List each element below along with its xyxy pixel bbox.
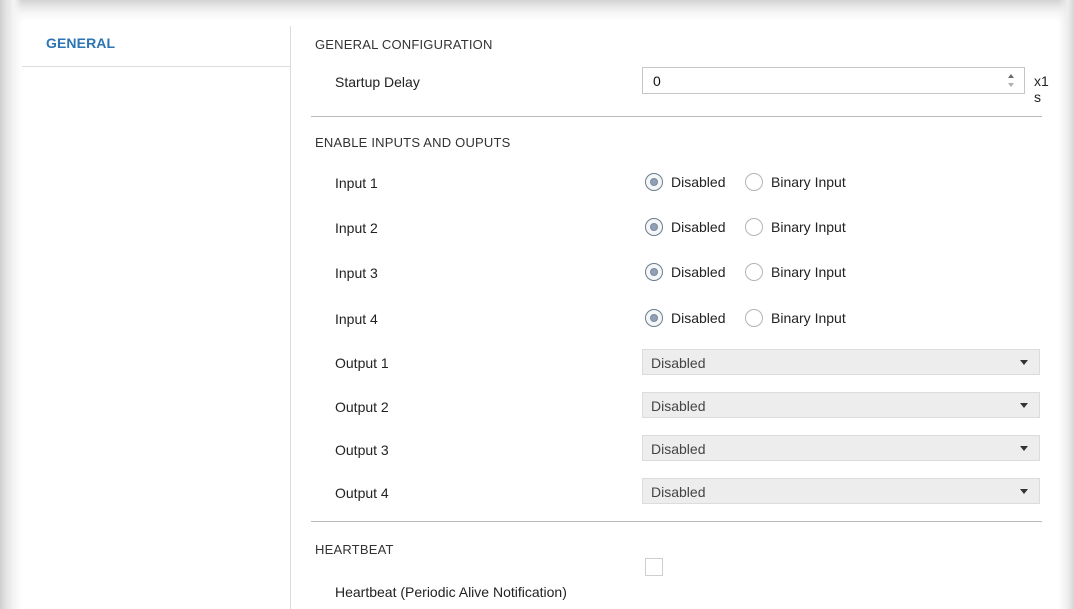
output-4-select[interactable]: Disabled bbox=[642, 478, 1040, 504]
main-panel: GENERAL CONFIGURATION Startup Delay 0 x1… bbox=[291, 26, 1051, 609]
window-shadow-top bbox=[0, 0, 1074, 22]
input-1-radio-group: Disabled Binary Input bbox=[645, 172, 905, 194]
input-3-radio-binary-input[interactable]: Binary Input bbox=[745, 262, 885, 284]
radio-checked-icon bbox=[645, 173, 663, 191]
input-1-radio-binary-input[interactable]: Binary Input bbox=[745, 172, 885, 194]
output-3-label: Output 3 bbox=[335, 442, 389, 458]
output-2-select-value: Disabled bbox=[651, 398, 706, 414]
radio-checked-icon bbox=[645, 218, 663, 236]
radio-checked-icon bbox=[645, 309, 663, 327]
input-1-radio-disabled[interactable]: Disabled bbox=[645, 172, 745, 194]
radio-checked-icon bbox=[645, 263, 663, 281]
output-4-label: Output 4 bbox=[335, 485, 389, 501]
spin-down-icon[interactable] bbox=[1008, 83, 1014, 87]
radio-unchecked-icon bbox=[745, 218, 763, 236]
output-1-select[interactable]: Disabled bbox=[642, 349, 1040, 375]
heartbeat-checkbox[interactable] bbox=[645, 558, 663, 576]
radio-label: Disabled bbox=[671, 264, 726, 280]
output-4-select-value: Disabled bbox=[651, 484, 706, 500]
input-4-label: Input 4 bbox=[335, 311, 378, 327]
heartbeat-label: Heartbeat (Periodic Alive Notification) bbox=[335, 584, 567, 600]
output-3-select-value: Disabled bbox=[651, 441, 706, 457]
output-3-select[interactable]: Disabled bbox=[642, 435, 1040, 461]
input-3-radio-group: Disabled Binary Input bbox=[645, 262, 905, 284]
input-2-radio-disabled[interactable]: Disabled bbox=[645, 217, 745, 239]
startup-delay-label: Startup Delay bbox=[335, 74, 420, 90]
startup-delay-value: 0 bbox=[653, 73, 661, 89]
radio-unchecked-icon bbox=[745, 263, 763, 281]
chevron-down-icon bbox=[1020, 446, 1028, 451]
radio-label: Binary Input bbox=[771, 174, 846, 190]
sidebar: GENERAL bbox=[22, 26, 291, 609]
radio-unchecked-icon bbox=[745, 309, 763, 327]
output-1-select-value: Disabled bbox=[651, 355, 706, 371]
input-3-radio-disabled[interactable]: Disabled bbox=[645, 262, 745, 284]
section-divider bbox=[311, 116, 1042, 117]
chevron-down-icon bbox=[1020, 403, 1028, 408]
input-4-radio-disabled[interactable]: Disabled bbox=[645, 308, 745, 330]
window-shadow-right bbox=[1058, 0, 1074, 609]
startup-delay-unit: x1 s bbox=[1034, 73, 1049, 105]
input-4-radio-group: Disabled Binary Input bbox=[645, 308, 905, 330]
chevron-down-icon bbox=[1020, 489, 1028, 494]
radio-label: Binary Input bbox=[771, 219, 846, 235]
radio-unchecked-icon bbox=[745, 173, 763, 191]
output-1-label: Output 1 bbox=[335, 355, 389, 371]
window: GENERAL GENERAL CONFIGURATION Startup De… bbox=[0, 0, 1074, 609]
spin-up-icon[interactable] bbox=[1008, 74, 1014, 78]
window-shadow-left bbox=[0, 0, 22, 609]
section-title-enable-inputs-outputs: ENABLE INPUTS AND OUPUTS bbox=[315, 135, 511, 150]
startup-delay-input[interactable]: 0 bbox=[642, 67, 1025, 94]
sidebar-item-general[interactable]: GENERAL bbox=[22, 26, 290, 67]
radio-label: Disabled bbox=[671, 219, 726, 235]
input-4-radio-binary-input[interactable]: Binary Input bbox=[745, 308, 885, 330]
input-1-label: Input 1 bbox=[335, 175, 378, 191]
section-title-general-configuration: GENERAL CONFIGURATION bbox=[315, 37, 493, 52]
sidebar-item-label: GENERAL bbox=[46, 35, 116, 51]
input-2-radio-group: Disabled Binary Input bbox=[645, 217, 905, 239]
output-2-select[interactable]: Disabled bbox=[642, 392, 1040, 418]
spin-arrows[interactable] bbox=[1008, 72, 1016, 90]
input-2-label: Input 2 bbox=[335, 220, 378, 236]
output-2-label: Output 2 bbox=[335, 399, 389, 415]
section-title-heartbeat: HEARTBEAT bbox=[315, 542, 394, 557]
radio-label: Binary Input bbox=[771, 310, 846, 326]
input-2-radio-binary-input[interactable]: Binary Input bbox=[745, 217, 885, 239]
input-3-label: Input 3 bbox=[335, 265, 378, 281]
radio-label: Disabled bbox=[671, 310, 726, 326]
radio-label: Binary Input bbox=[771, 264, 846, 280]
radio-label: Disabled bbox=[671, 174, 726, 190]
chevron-down-icon bbox=[1020, 360, 1028, 365]
section-divider bbox=[311, 521, 1042, 522]
